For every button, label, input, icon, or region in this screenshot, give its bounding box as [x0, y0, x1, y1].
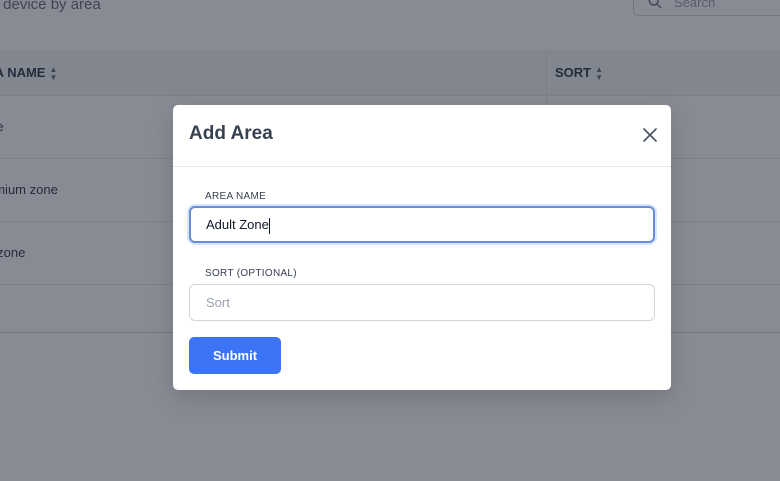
sort-placeholder: Sort [206, 295, 230, 310]
add-area-modal: Add Area AREA NAME Adult Zone SORT (OPTI… [173, 105, 671, 390]
close-icon[interactable] [642, 127, 658, 143]
submit-button[interactable]: Submit [189, 337, 281, 374]
text-caret [268, 217, 270, 234]
area-name-value: Adult Zone [206, 217, 269, 232]
modal-title: Add Area [189, 123, 273, 144]
sort-input[interactable]: Sort [189, 284, 655, 321]
page: r device by area Search EA NAME▲▼ SORT▲▼… [0, 0, 780, 481]
area-name-label: AREA NAME [205, 191, 267, 202]
modal-header: Add Area [173, 105, 671, 167]
area-name-input[interactable]: Adult Zone [189, 206, 655, 243]
sort-label: SORT (OPTIONAL) [205, 268, 297, 279]
